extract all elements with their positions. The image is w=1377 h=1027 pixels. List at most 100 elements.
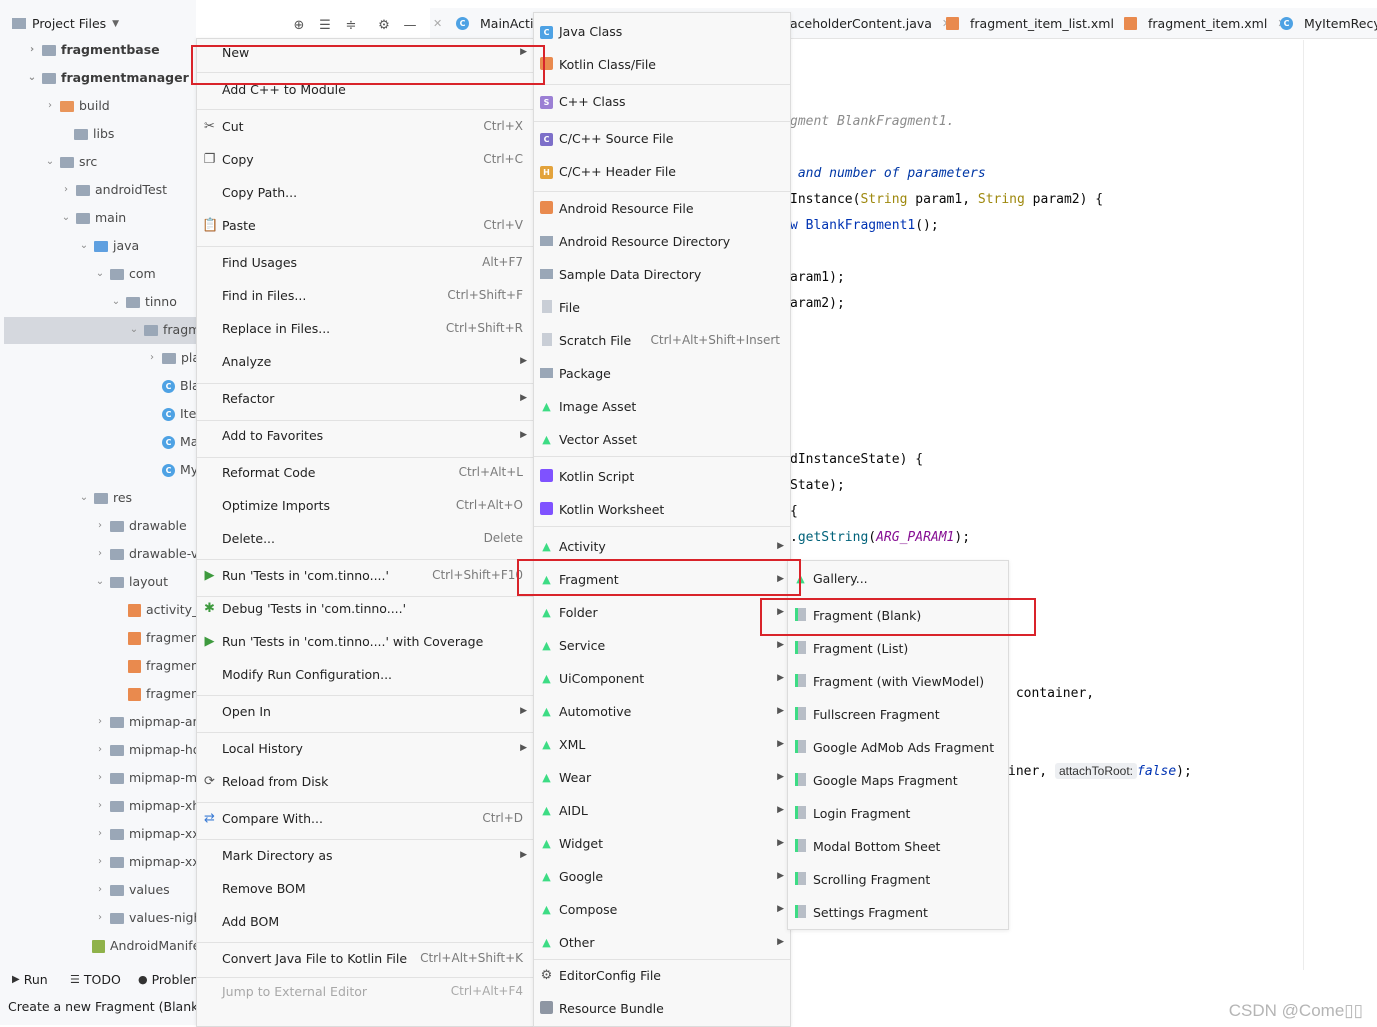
menu-item-copy[interactable]: ❐ Copy Ctrl+C [197, 143, 533, 176]
tree-item[interactable]: › values [94, 877, 170, 903]
menu-item-find-in-files[interactable]: Find in Files... Ctrl+Shift+F [197, 279, 533, 312]
menu-item-cut[interactable]: ✂ Cut Ctrl+X [197, 110, 533, 143]
tree-item[interactable]: ⌄ fragm [128, 317, 201, 343]
menu-item-google-maps-fragment[interactable]: Google Maps Fragment [788, 764, 1008, 797]
tree-item[interactable]: › androidTest [60, 177, 167, 203]
tree-item[interactable]: › build [44, 93, 110, 119]
menu-item-refactor[interactable]: Refactor ▶ [197, 382, 533, 415]
collapse-all-icon[interactable]: ≑ [343, 18, 359, 34]
menu-item-aidl[interactable]: ▲ AIDL ▶ [534, 794, 790, 827]
menu-item-reload-from-disk[interactable]: ⟳ Reload from Disk [197, 765, 533, 798]
menu-item-c-class[interactable]: S C++ Class [534, 85, 790, 118]
chevron-down-icon[interactable]: ⌄ [78, 485, 90, 511]
menu-item-fullscreen-fragment[interactable]: Fullscreen Fragment [788, 698, 1008, 731]
menu-item-fragment-with-viewmodel[interactable]: Fragment (with ViewModel) [788, 665, 1008, 698]
menu-item-file[interactable]: File [534, 291, 790, 324]
chevron-right-icon[interactable]: › [94, 905, 106, 931]
tab-fragment-item[interactable]: fragment_item.xml✕ [1124, 16, 1287, 31]
menu-item-analyze[interactable]: Analyze ▶ [197, 345, 533, 378]
menu-item-run-tests-in-com-tinno-with-coverage[interactable]: ▶ Run 'Tests in 'com.tinno....' with Cove… [197, 625, 533, 658]
locate-icon[interactable]: ⊕ [291, 18, 307, 34]
menu-item-jump-to-external-editor[interactable]: Jump to External Editor Ctrl+Alt+F4 [197, 975, 533, 1008]
tree-item[interactable]: C Ma [146, 429, 198, 455]
tree-item[interactable]: › mipmap-an [94, 709, 200, 735]
menu-item-uicomponent[interactable]: ▲ UiComponent ▶ [534, 662, 790, 695]
expand-all-icon[interactable]: ☰ [317, 18, 333, 34]
tree-item[interactable]: C My [146, 457, 198, 483]
chevron-down-icon[interactable]: ⌄ [128, 317, 140, 343]
menu-item-java-class[interactable]: C Java Class [534, 15, 790, 48]
tab-main-activity[interactable]: C MainActiv [456, 16, 541, 31]
tree-item[interactable]: ⌄ java [78, 233, 139, 259]
tree-item[interactable]: ⌄ main [60, 205, 126, 231]
tree-item[interactable]: activity_n [112, 597, 206, 623]
chevron-right-icon[interactable]: › [60, 177, 72, 203]
menu-item-run-tests-in-com-tinno[interactable]: ▶ Run 'Tests in 'com.tinno....' Ctrl+Shift… [197, 559, 533, 592]
tree-item[interactable]: ⌄ layout [94, 569, 168, 595]
menu-item-kotlin-script[interactable]: Kotlin Script [534, 460, 790, 493]
tree-item[interactable]: › pla [146, 345, 200, 371]
close-icon[interactable]: ✕ [433, 17, 442, 30]
chevron-right-icon[interactable]: › [94, 877, 106, 903]
menu-item-google[interactable]: ▲ Google ▶ [534, 860, 790, 893]
run-tool-button[interactable]: ▶ Run [12, 972, 48, 987]
menu-item-fragment-list[interactable]: Fragment (List) [788, 632, 1008, 665]
tree-item[interactable]: ⌄ res [78, 485, 132, 511]
menu-item-settings-fragment[interactable]: Settings Fragment [788, 896, 1008, 929]
problems-tool-button[interactable]: ● Problen [138, 972, 198, 987]
minimize-icon[interactable]: — [402, 18, 418, 34]
menu-item-xml[interactable]: ▲ XML ▶ [534, 728, 790, 761]
menu-item-folder[interactable]: ▲ Folder ▶ [534, 596, 790, 629]
chevron-down-icon[interactable]: ⌄ [60, 205, 72, 231]
menu-item-automotive[interactable]: ▲ Automotive ▶ [534, 695, 790, 728]
menu-item-open-in[interactable]: Open In ▶ [197, 695, 533, 728]
menu-item-kotlin-class-file[interactable]: Kotlin Class/File [534, 48, 790, 81]
tree-item[interactable]: C Bla [146, 373, 200, 399]
menu-item-add-bom[interactable]: Add BOM [197, 905, 533, 938]
menu-item-widget[interactable]: ▲ Widget ▶ [534, 827, 790, 860]
chevron-right-icon[interactable]: › [94, 737, 106, 763]
tree-item[interactable]: › mipmap-xx [94, 849, 200, 875]
menu-item-resource-bundle[interactable]: Resource Bundle [534, 992, 790, 1025]
tree-item[interactable]: › mipmap-xx [94, 821, 200, 847]
menu-item-service[interactable]: ▲ Service ▶ [534, 629, 790, 662]
tree-item[interactable]: ⌄ fragmentmanager [26, 65, 189, 91]
menu-item-modal-bottom-sheet[interactable]: Modal Bottom Sheet [788, 830, 1008, 863]
tree-item[interactable]: libs [58, 121, 114, 147]
tree-item[interactable]: fragmen [112, 625, 199, 651]
menu-item-convert-java-file-to-kotlin-file[interactable]: Convert Java File to Kotlin File Ctrl+Alt… [197, 942, 533, 975]
menu-item-copy-path[interactable]: Copy Path... [197, 176, 533, 209]
menu-item-mark-directory-as[interactable]: Mark Directory as ▶ [197, 839, 533, 872]
menu-item-package[interactable]: Package [534, 357, 790, 390]
menu-item-delete[interactable]: Delete... Delete [197, 522, 533, 555]
menu-item-replace-in-files[interactable]: Replace in Files... Ctrl+Shift+R [197, 312, 533, 345]
chevron-down-icon[interactable]: ⌄ [110, 289, 122, 315]
chevron-right-icon[interactable]: › [44, 93, 56, 119]
menu-item-reformat-code[interactable]: Reformat Code Ctrl+Alt+L [197, 456, 533, 489]
tab-placeholder-content[interactable]: aceholderContent.java✕ [790, 16, 951, 31]
menu-item-local-history[interactable]: Local History ▶ [197, 732, 533, 765]
chevron-down-icon[interactable]: ⌄ [78, 233, 90, 259]
menu-item-wear[interactable]: ▲ Wear ▶ [534, 761, 790, 794]
tree-item[interactable]: fragmen [112, 681, 199, 707]
menu-item-c-c-source-file[interactable]: C C/C++ Source File [534, 122, 790, 155]
menu-item-android-resource-directory[interactable]: Android Resource Directory [534, 225, 790, 258]
tree-item[interactable]: › mipmap-m [94, 765, 197, 791]
menu-item-compare-with[interactable]: ⇄ Compare With... Ctrl+D [197, 802, 533, 835]
chevron-right-icon[interactable]: › [94, 793, 106, 819]
menu-item-login-fragment[interactable]: Login Fragment [788, 797, 1008, 830]
menu-item-c-c-header-file[interactable]: H C/C++ Header File [534, 155, 790, 188]
menu-item-scrolling-fragment[interactable]: Scrolling Fragment [788, 863, 1008, 896]
tree-item[interactable]: ⌄ tinno [110, 289, 177, 315]
tree-item[interactable]: ⌄ com [94, 261, 156, 287]
chevron-right-icon[interactable]: › [26, 37, 38, 63]
menu-item-kotlin-worksheet[interactable]: Kotlin Worksheet [534, 493, 790, 526]
menu-item-modify-run-configuration[interactable]: Modify Run Configuration... [197, 658, 533, 691]
chevron-right-icon[interactable]: › [94, 821, 106, 847]
menu-item-paste[interactable]: 📋 Paste Ctrl+V [197, 209, 533, 242]
tree-item[interactable]: AndroidManife [76, 933, 200, 959]
chevron-right-icon[interactable]: › [94, 541, 106, 567]
project-view-selector[interactable]: Project Files ▼ [12, 16, 119, 31]
menu-item-android-resource-file[interactable]: Android Resource File [534, 192, 790, 225]
chevron-right-icon[interactable]: › [94, 765, 106, 791]
